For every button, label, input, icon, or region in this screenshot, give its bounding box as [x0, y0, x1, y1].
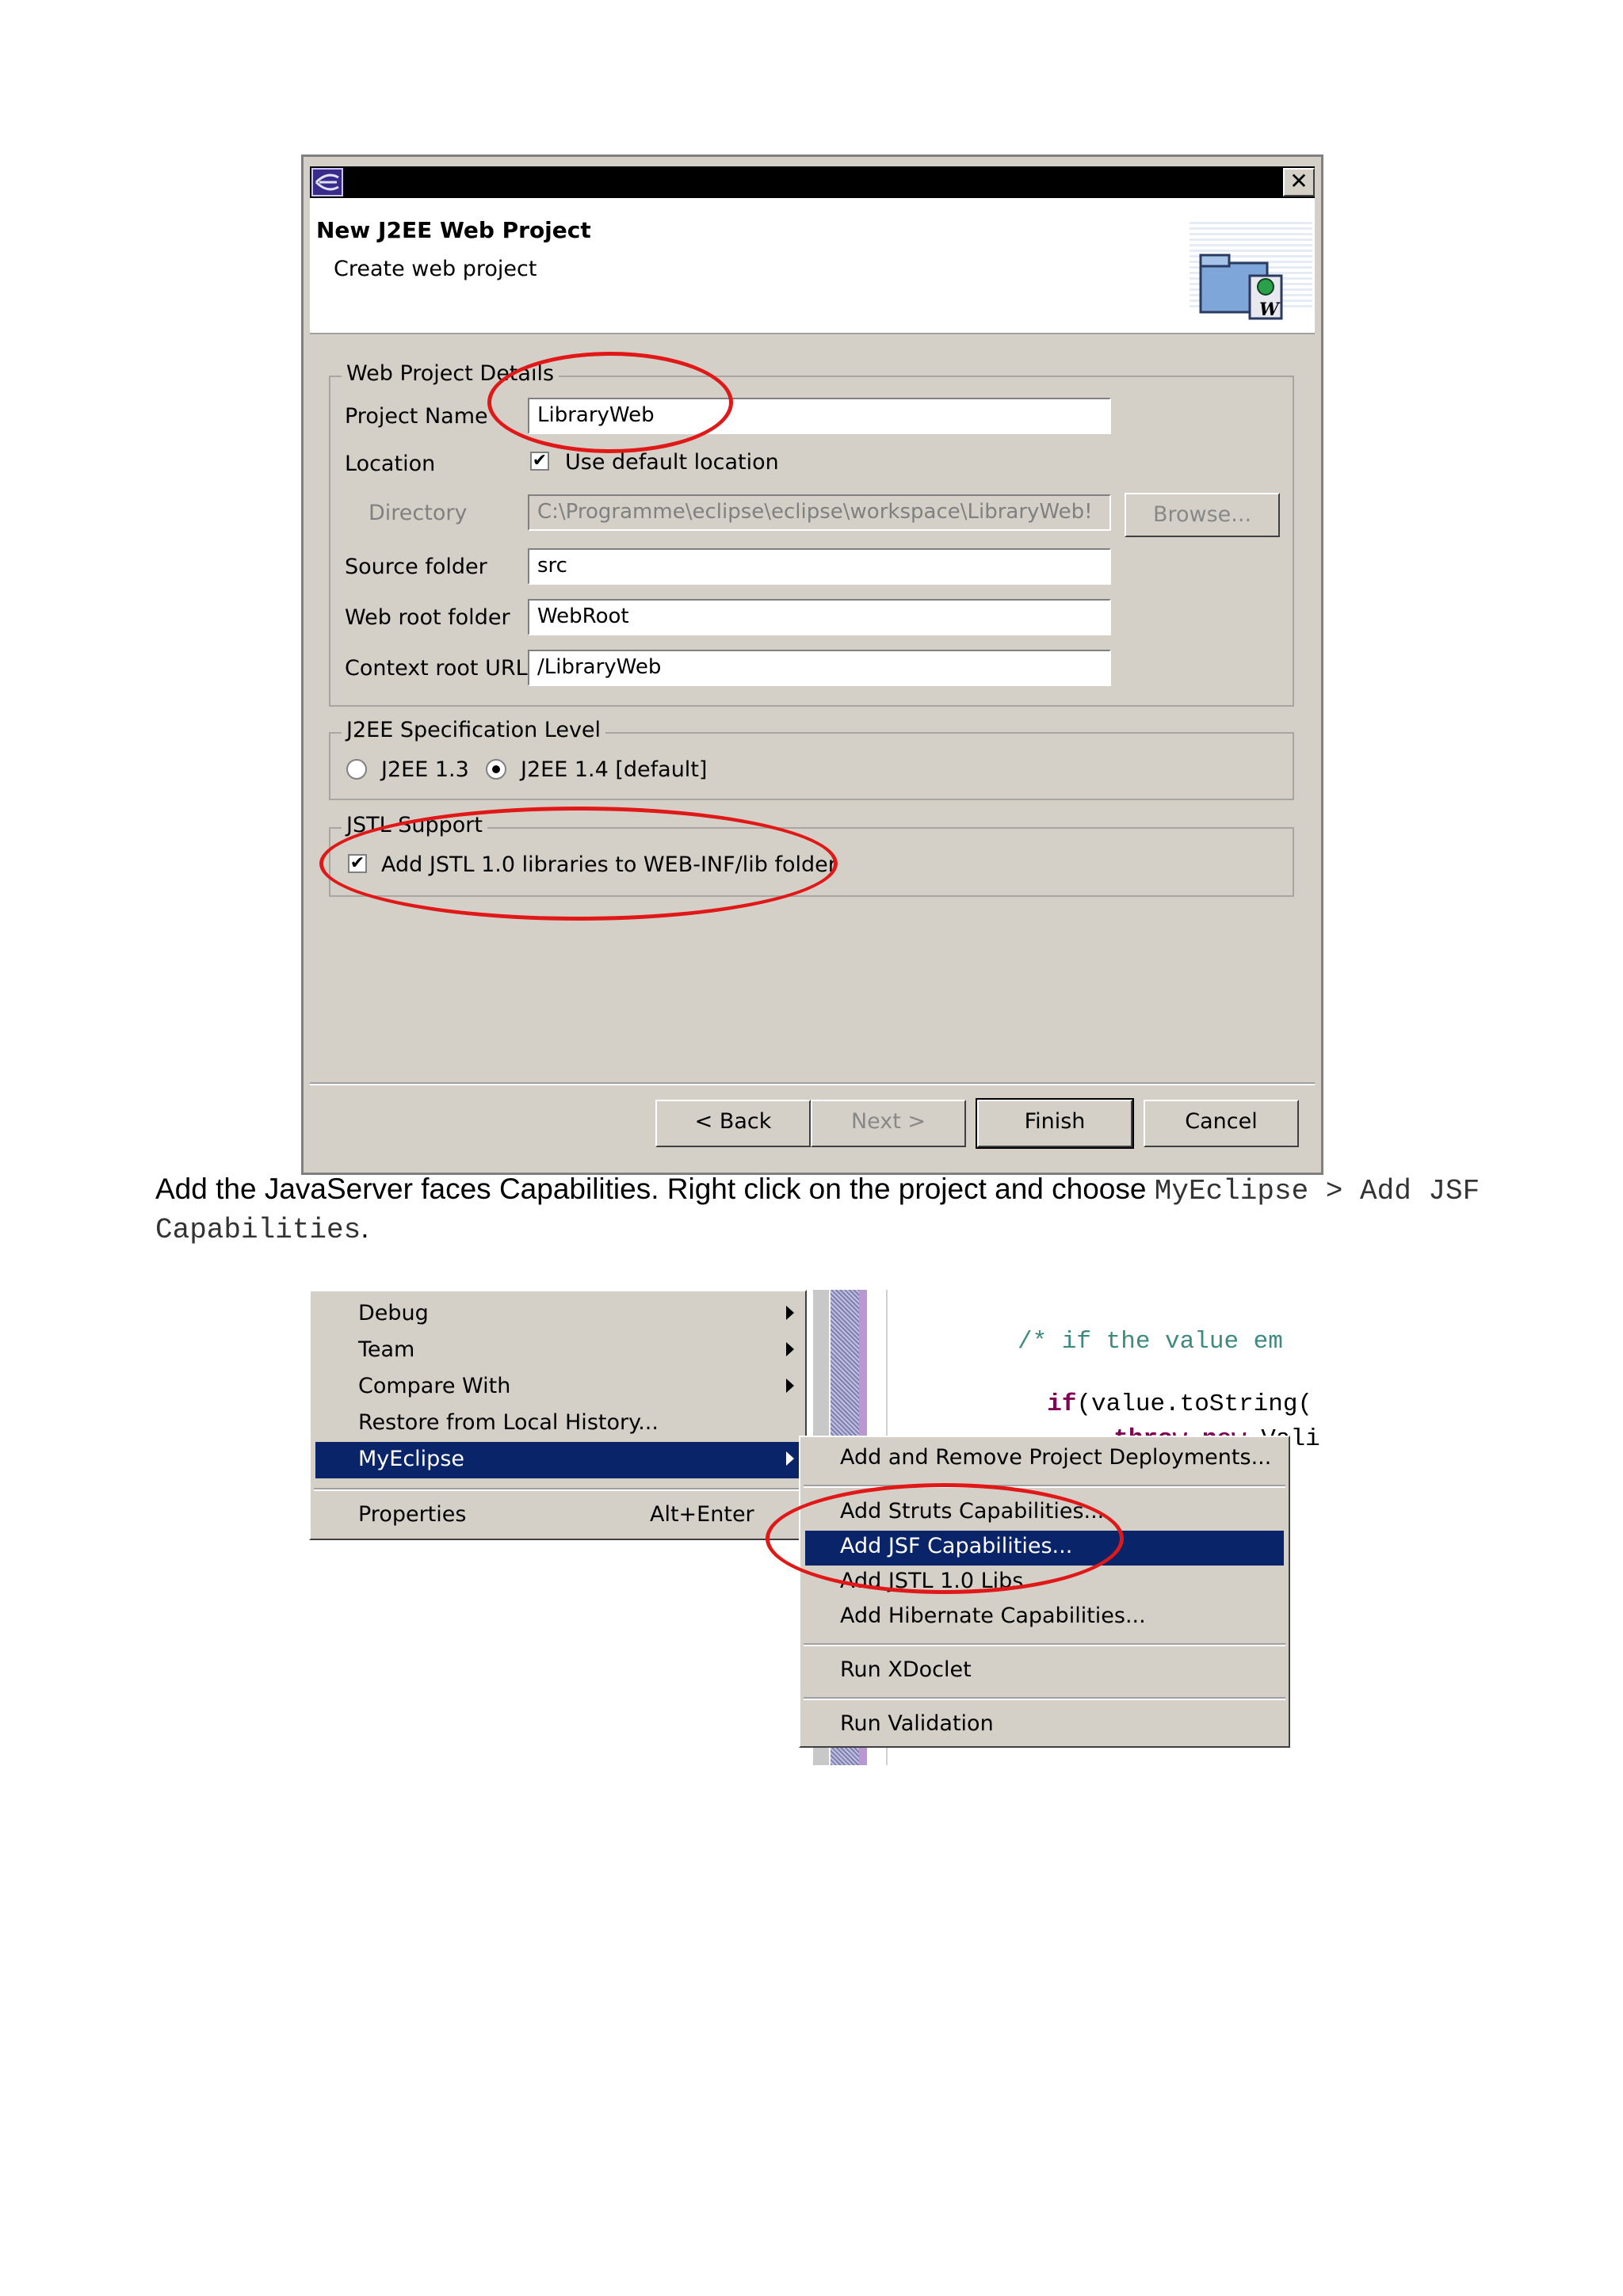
j2ee-spec-level-group: J2EE Specification Level — [329, 718, 1294, 800]
project-name-label: Project Name — [345, 404, 488, 429]
cancel-button[interactable]: Cancel — [1144, 1100, 1299, 1147]
svg-text:W: W — [1259, 299, 1281, 320]
close-button[interactable]: ✕ — [1283, 168, 1315, 196]
browse-button: Browse... — [1125, 493, 1280, 537]
spec-group-title: J2EE Specification Level — [342, 718, 606, 742]
submenu-item-deployments[interactable]: Add and Remove Project Deployments... — [840, 1445, 1271, 1470]
context-root-url-label: Context root URL — [345, 656, 528, 681]
context-root-url-field[interactable]: /LibraryWeb — [528, 650, 1111, 686]
menu-separator — [804, 1697, 1285, 1700]
highlight-ellipse-jsf — [766, 1483, 1124, 1594]
properties-shortcut: Alt+Enter — [650, 1502, 754, 1527]
instruction-paragraph: Add the JavaServer faces Capabilities. R… — [155, 1171, 1503, 1249]
j2ee-14-label: J2EE 1.4 [default] — [521, 757, 708, 782]
submenu-arrow-icon — [786, 1342, 794, 1356]
dialog-subtitle: Create web project — [334, 257, 537, 281]
web-project-wizard-icon: W — [1197, 246, 1285, 322]
submenu-arrow-icon — [786, 1379, 794, 1393]
instruction-text: Add the JavaServer faces Capabilities. R… — [155, 1173, 1155, 1205]
menu-item-compare-with[interactable]: Compare With — [358, 1374, 510, 1398]
j2ee-14-radio[interactable] — [486, 759, 506, 780]
submenu-item-hibernate[interactable]: Add Hibernate Capabilities... — [840, 1604, 1146, 1628]
back-button[interactable]: < Back — [655, 1100, 811, 1147]
finish-button[interactable]: Finish — [976, 1098, 1134, 1149]
next-button: Next > — [811, 1100, 966, 1147]
web-root-folder-label: Web root folder — [345, 605, 510, 630]
highlight-ellipse-jstl — [319, 807, 838, 921]
code-keyword-if: if — [1047, 1390, 1077, 1418]
myeclipse-submenu: Add and Remove Project Deployments... Ad… — [766, 1436, 1290, 1748]
eclipse-app-icon — [311, 168, 343, 196]
web-root-folder-field[interactable]: WebRoot — [528, 599, 1111, 635]
dialog-header: New J2EE Web Project Create web project … — [310, 198, 1315, 334]
source-folder-label: Source folder — [345, 555, 487, 579]
code-line-1: /* if the value em — [1018, 1328, 1283, 1356]
j2ee-13-radio[interactable] — [346, 759, 367, 780]
use-default-location-label: Use default location — [565, 450, 779, 475]
use-default-location-checkbox[interactable]: ✔ — [530, 452, 549, 471]
dialog-title: New J2EE Web Project — [316, 217, 591, 243]
submenu-arrow-icon — [786, 1451, 794, 1466]
directory-field: C:\Programme\eclipse\eclipse\workspace\L… — [528, 494, 1111, 531]
title-bar[interactable]: ✕ — [310, 166, 1315, 198]
new-web-project-dialog: ✕ New J2EE Web Project Create web projec… — [301, 154, 1323, 1175]
submenu-item-xdoclet[interactable]: Run XDoclet — [840, 1657, 972, 1682]
menu-item-restore-history[interactable]: Restore from Local History... — [358, 1410, 659, 1435]
menu-item-myeclipse[interactable]: MyEclipse — [358, 1447, 464, 1471]
menu-separator — [314, 1488, 802, 1491]
menu-separator — [804, 1643, 1285, 1646]
button-bar-separator — [310, 1082, 1315, 1085]
highlight-ellipse-project-name — [487, 352, 733, 453]
instruction-period: . — [361, 1211, 369, 1244]
project-context-menu: Debug Team Compare With Restore from Loc… — [309, 1290, 807, 1540]
menu-item-properties[interactable]: Properties — [358, 1502, 466, 1527]
j2ee-13-label: J2EE 1.3 — [381, 757, 469, 782]
menu-item-team[interactable]: Team — [358, 1337, 414, 1362]
location-label: Location — [345, 452, 436, 476]
directory-label: Directory — [369, 501, 468, 525]
source-folder-field[interactable]: src — [528, 548, 1111, 585]
menu-item-debug[interactable]: Debug — [358, 1301, 429, 1325]
submenu-item-validation[interactable]: Run Validation — [840, 1711, 994, 1736]
submenu-arrow-icon — [786, 1306, 794, 1320]
